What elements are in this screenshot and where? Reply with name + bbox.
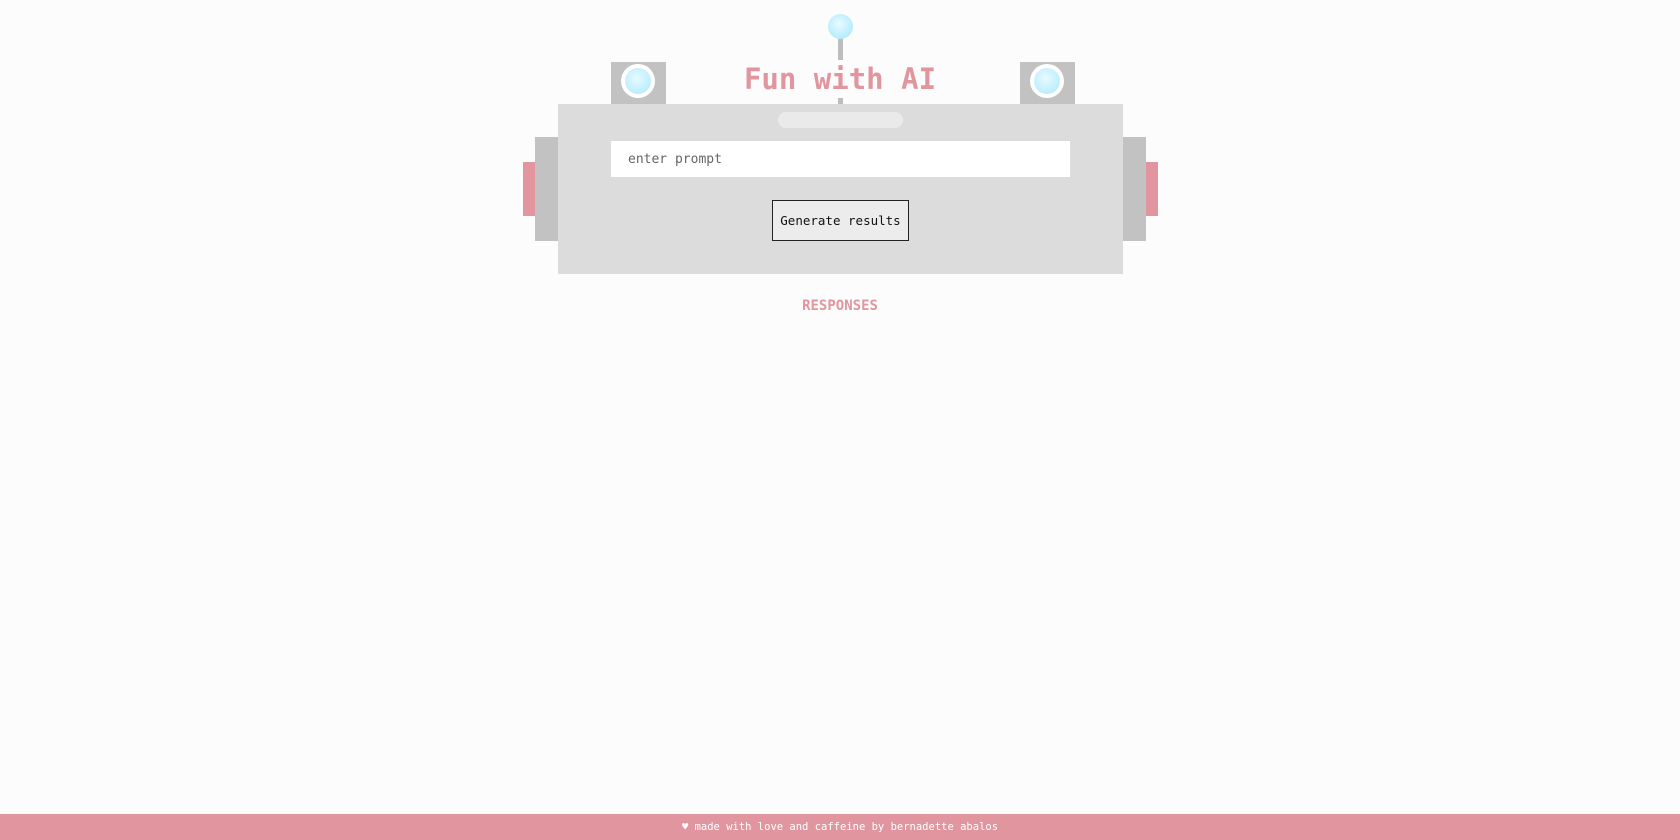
robot-left-ear-accent [523,162,535,216]
prompt-panel: Generate results [558,104,1123,274]
robot-right-ear-accent [1146,162,1158,216]
robot-left-ear [535,137,558,241]
footer-text: ♥ made with love and caffeine by bernade… [681,821,999,833]
robot-right-ear [1123,137,1146,241]
page-title: Fun with AI [743,62,937,96]
page: Fun with AI Generate results RESPONSES ♥… [0,0,1680,840]
generate-results-button[interactable]: Generate results [772,200,909,241]
footer: ♥ made with love and caffeine by bernade… [0,814,1680,840]
responses-heading: RESPONSES [802,298,878,314]
antenna-ball-icon [828,14,853,39]
prompt-input[interactable] [611,141,1070,177]
robot-mouth-slot [778,112,903,128]
